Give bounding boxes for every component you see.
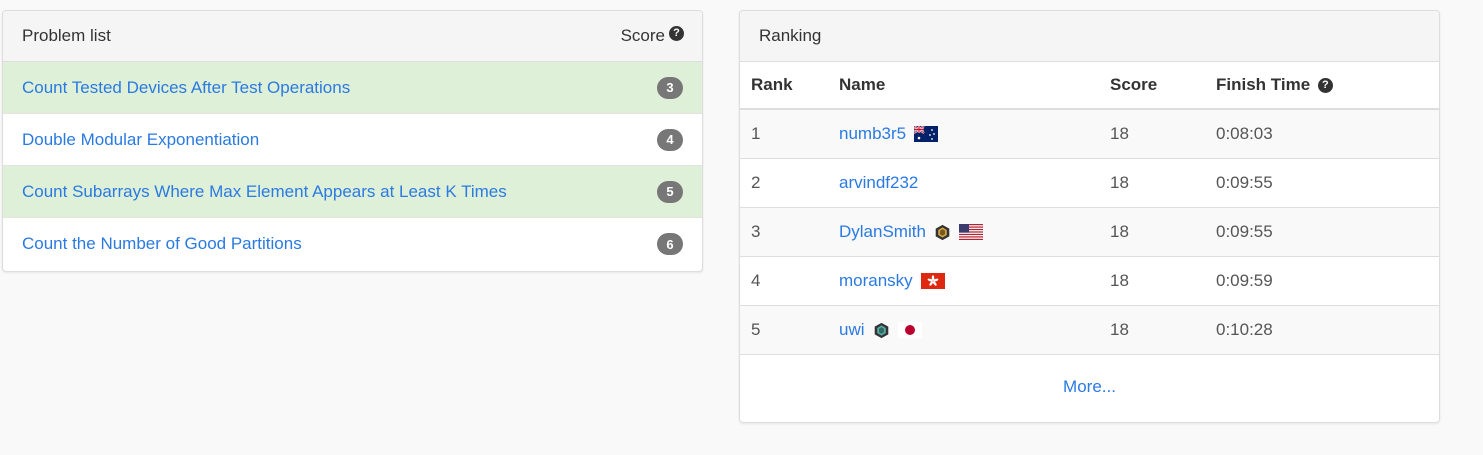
- australia-flag-icon: [914, 126, 939, 142]
- problem-score-badge: 4: [657, 128, 683, 151]
- name-cell: moransky: [839, 256, 1110, 306]
- score-column-header: Score: [1110, 62, 1216, 110]
- finish-time-cell: 0:10:28: [1216, 305, 1439, 355]
- score-header-label: Score: [620, 26, 665, 45]
- hong-kong-flag-icon: [920, 273, 945, 289]
- problem-row: Count Subarrays Where Max Element Appear…: [3, 166, 702, 218]
- name-cell: numb3r5: [839, 109, 1110, 159]
- rank-column-header: Rank: [740, 62, 839, 110]
- knight-hex-icon: [874, 322, 888, 338]
- problem-row: Count Tested Devices After Test Operatio…: [3, 62, 702, 114]
- problem-list-header: Problem list Score ?: [3, 11, 702, 62]
- user-link[interactable]: numb3r5: [839, 124, 906, 144]
- problem-score-badge: 6: [657, 233, 683, 255]
- problem-score-badge: 3: [657, 76, 683, 99]
- problem-row: Double Modular Exponentiation 4: [3, 114, 702, 166]
- user-link[interactable]: DylanSmith: [839, 222, 926, 242]
- user-link[interactable]: uwi: [839, 320, 865, 340]
- problem-link[interactable]: Double Modular Exponentiation: [22, 130, 259, 150]
- problem-list-title: Problem list: [22, 26, 111, 45]
- finish-time-cell: 0:08:03: [1216, 109, 1439, 159]
- table-row: 2 arvindf232 18 0:09:55: [740, 158, 1439, 208]
- more-link[interactable]: More...: [1063, 377, 1116, 397]
- user-link[interactable]: moransky: [839, 271, 913, 291]
- name-cell: arvindf232: [839, 158, 1110, 208]
- problem-link[interactable]: Count Tested Devices After Test Operatio…: [22, 78, 350, 98]
- name-cell: DylanSmith: [839, 207, 1110, 257]
- problem-row: Count the Number of Good Partitions 6: [3, 218, 702, 270]
- ranking-table: Rank Name Score Finish Time ? 1 numb3r5: [740, 62, 1439, 355]
- finish-time-column-header: Finish Time ?: [1216, 62, 1439, 110]
- question-circle-icon[interactable]: ?: [1317, 78, 1333, 93]
- score-cell: 18: [1110, 207, 1216, 257]
- japan-flag-icon: [897, 322, 922, 338]
- score-cell: 18: [1110, 158, 1216, 208]
- name-cell: uwi: [839, 305, 1110, 355]
- user-link[interactable]: arvindf232: [839, 173, 918, 193]
- finish-time-cell: 0:09:59: [1216, 256, 1439, 306]
- table-row: 5 uwi 18 0:10:28: [740, 305, 1439, 355]
- rank-cell: 3: [740, 207, 839, 257]
- more-row: More...: [740, 355, 1439, 419]
- score-header: Score ?: [620, 25, 684, 46]
- problem-link[interactable]: Count the Number of Good Partitions: [22, 234, 302, 254]
- name-column-header: Name: [839, 62, 1110, 110]
- problem-score-badge: 5: [657, 180, 683, 203]
- table-row: 4 moransky 18 0:09:59: [740, 256, 1439, 306]
- ranking-header: Ranking: [740, 11, 1439, 62]
- rank-cell: 1: [740, 109, 839, 159]
- score-cell: 18: [1110, 109, 1216, 159]
- rank-cell: 5: [740, 305, 839, 355]
- problem-link[interactable]: Count Subarrays Where Max Element Appear…: [22, 182, 507, 202]
- problem-list-panel: Problem list Score ? Count Tested Device…: [2, 10, 703, 272]
- finish-time-cell: 0:09:55: [1216, 158, 1439, 208]
- rank-cell: 4: [740, 256, 839, 306]
- ranking-header-row: Rank Name Score Finish Time ?: [740, 62, 1439, 110]
- table-row: 1 numb3r5 18 0:08:03: [740, 109, 1439, 159]
- ranking-title: Ranking: [759, 26, 822, 45]
- finish-time-cell: 0:09:55: [1216, 207, 1439, 257]
- finish-time-label: Finish Time: [1216, 75, 1311, 94]
- question-circle-icon[interactable]: ?: [669, 25, 684, 41]
- guardian-hex-icon: [935, 224, 950, 240]
- table-row: 3 DylanSmith 18 0:09:55: [740, 207, 1439, 257]
- ranking-panel: Ranking Rank Name Score Finish Time ? 1 …: [739, 10, 1440, 423]
- score-cell: 18: [1110, 305, 1216, 355]
- rank-cell: 2: [740, 158, 839, 208]
- usa-flag-icon: [958, 224, 983, 240]
- score-cell: 18: [1110, 256, 1216, 306]
